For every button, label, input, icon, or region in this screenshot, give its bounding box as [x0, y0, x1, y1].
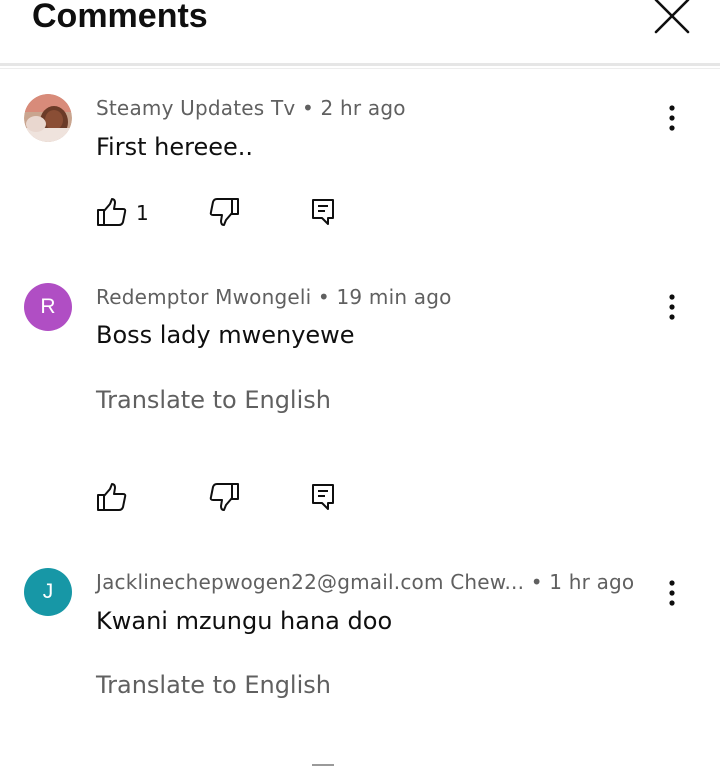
comment-text: First hereee..: [96, 133, 254, 161]
like-button[interactable]: [95, 480, 129, 514]
thumbs-up-icon: [97, 483, 127, 511]
reply-button[interactable]: [306, 195, 340, 229]
page-title: Comments: [32, 0, 208, 35]
comment-meta: Steamy Updates Tv • 2 hr ago: [96, 96, 406, 120]
avatar-letter: R: [40, 295, 56, 318]
dislike-button[interactable]: [207, 195, 241, 229]
comment-meta: Jacklinechepwogen22@gmail.com Chew... • …: [96, 570, 635, 594]
more-vert-icon[interactable]: [660, 576, 684, 610]
header-divider: [0, 63, 720, 66]
reply-icon: [312, 484, 334, 510]
translate-link[interactable]: Translate to English: [96, 386, 331, 414]
avatar-letter: J: [42, 580, 54, 603]
avatar[interactable]: J: [24, 568, 72, 616]
comment-text: Boss lady mwenyewe: [96, 321, 355, 349]
comment-meta: Redemptor Mwongeli • 19 min ago: [96, 285, 452, 309]
avatar[interactable]: R: [24, 283, 72, 331]
avatar[interactable]: [24, 94, 72, 142]
dislike-button[interactable]: [207, 480, 241, 514]
thumbs-down-icon: [209, 198, 239, 226]
header-divider-shadow: [0, 68, 720, 69]
scroll-hint: [312, 764, 334, 766]
like-button[interactable]: [95, 195, 129, 229]
reply-icon: [312, 199, 334, 225]
comment-text: Kwani mzungu hana doo: [96, 607, 393, 635]
reply-button[interactable]: [306, 480, 340, 514]
thumbs-down-icon: [209, 483, 239, 511]
more-vert-icon[interactable]: [660, 101, 684, 135]
translate-link[interactable]: Translate to English: [96, 671, 331, 699]
comments-header: Comments: [0, 0, 720, 64]
thumbs-up-icon: [97, 198, 127, 226]
like-count: 1: [136, 201, 149, 225]
more-vert-icon[interactable]: [660, 290, 684, 324]
close-icon[interactable]: [650, 0, 694, 38]
